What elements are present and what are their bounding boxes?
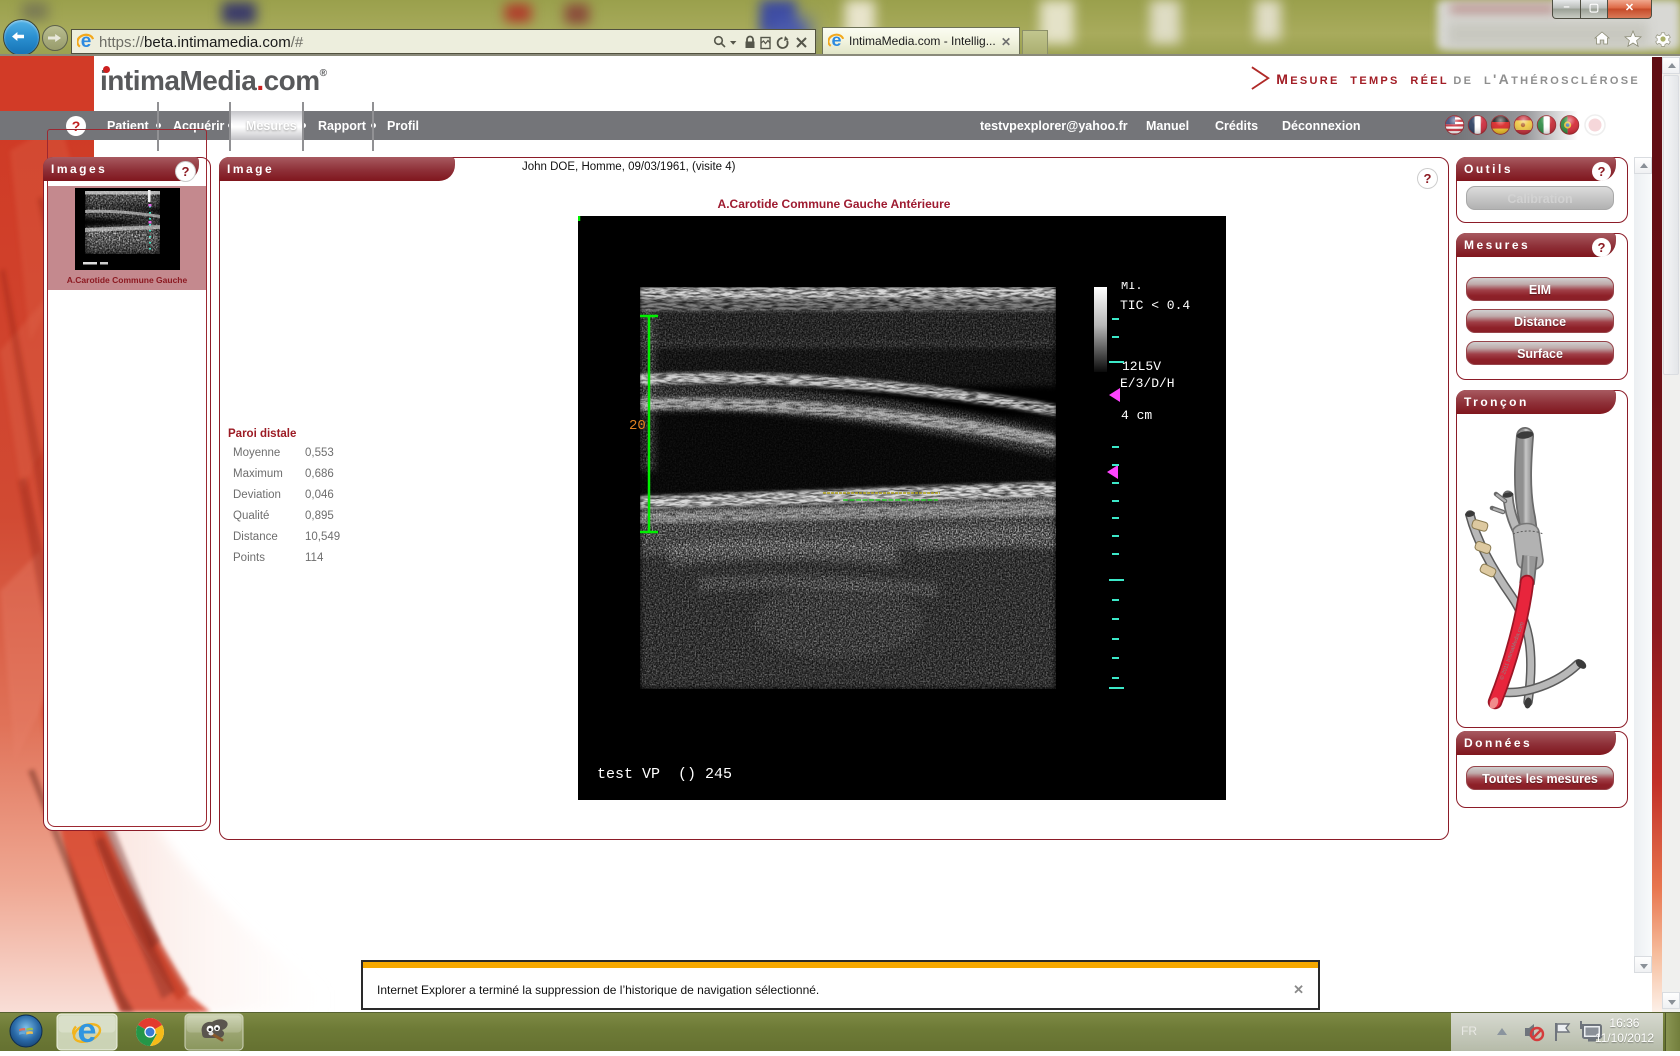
svg-text:E/3/D/H: E/3/D/H — [1120, 376, 1175, 391]
svg-text:12L5V: 12L5V — [1122, 359, 1161, 374]
svg-text:TIC < 0.4: TIC < 0.4 — [1120, 298, 1190, 313]
svg-text:20: 20 — [629, 418, 646, 434]
svg-text:4 cm: 4 cm — [1121, 408, 1152, 423]
svg-text:e: e — [78, 1013, 97, 1050]
svg-text:test VP () 245: test VP () 245 — [597, 766, 732, 783]
